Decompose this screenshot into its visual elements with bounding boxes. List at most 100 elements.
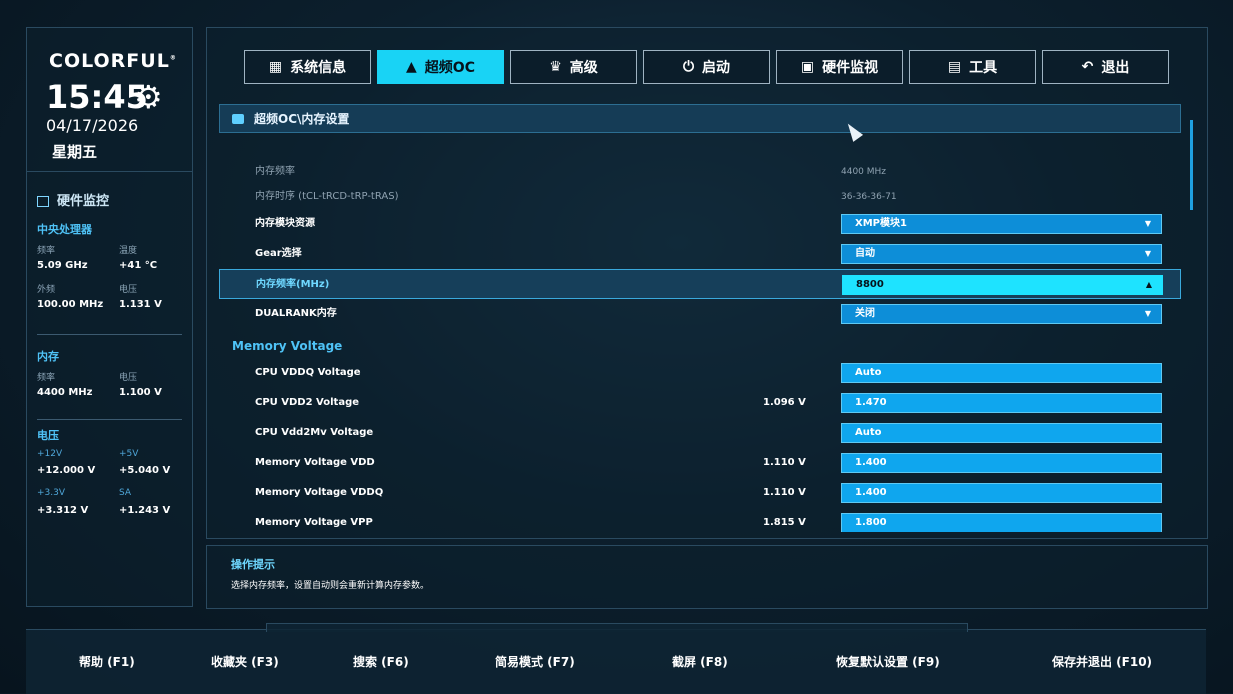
chevron-down-icon: ▼ (1144, 219, 1151, 228)
cpu-freq-label: 频率 (37, 246, 56, 256)
memory-section-title: 内存 (37, 350, 59, 363)
setting-row[interactable]: CPU Vdd2Mv Voltage Auto (219, 418, 1181, 448)
clock-time: 15:45 (46, 78, 148, 116)
main-panel: ▦ 系统信息 ▲ 超频OC ♛ 高级 ⏻ 启动 ▣ 硬件监视 ▤ 工具 ↶ 退出 超频OC\内… (206, 27, 1208, 539)
settings-icon (232, 113, 244, 124)
sidebar: COLORFUL® 15:45 ⚙ 04/17/2026 星期五 硬件监控 中央… (26, 27, 193, 607)
tab-exit[interactable]: ↶ 退出 (1042, 50, 1169, 84)
chevron-down-icon: ▼ (1144, 309, 1151, 318)
footer-bar: 帮助 (F1) 收藏夹 (F3) 搜索 (F6) 简易模式 (F7) 截屏 (F… (26, 623, 1206, 694)
tab-tools[interactable]: ▤ 工具 (909, 50, 1036, 84)
tab-overclock[interactable]: ▲ 超频OC (377, 50, 504, 84)
clock-box: COLORFUL® 15:45 ⚙ 04/17/2026 星期五 (27, 28, 192, 172)
cpu-freq-value: 5.09 GHz (37, 260, 88, 271)
hint-text: 选择内存频率，设置自动则会重新计算内存参数。 (231, 581, 430, 591)
v33-value: +3.312 V (37, 505, 89, 516)
measured-voltage: 1.096 V (763, 397, 806, 408)
save-and-exit-button[interactable]: 保存并退出 (F10) (1052, 630, 1152, 694)
scrollbar[interactable] (1190, 120, 1193, 210)
setting-row[interactable]: Memory Voltage VDD 1.110 V 1.400 (219, 448, 1181, 478)
toolbox-icon: ▤ (947, 59, 962, 75)
setting-row-selected[interactable]: 内存频率(MHz) 8800 ▲ (219, 269, 1181, 299)
setting-row[interactable]: CPU VDDQ Voltage Auto (219, 358, 1181, 388)
gear-dropdown[interactable]: 自动 ▼ (841, 244, 1162, 264)
v12-label: +12V (37, 449, 63, 459)
sa-value: +1.243 V (119, 505, 171, 516)
crown-icon: ♛ (549, 59, 562, 75)
setting-row[interactable]: 内存模块资源 XMP模块1 ▼ (219, 209, 1181, 239)
measured-voltage: 1.110 V (763, 457, 806, 468)
monitor-icon: ▣ (800, 59, 815, 75)
v12-value: +12.000 V (37, 465, 96, 476)
row-label: Memory Voltage VPP (255, 517, 373, 528)
mem-volt-value: 1.100 V (119, 387, 162, 398)
v5-label: +5V (119, 449, 139, 459)
tab-system-info[interactable]: ▦ 系统信息 (244, 50, 371, 84)
memory-vpp-input[interactable]: 1.800 (841, 513, 1162, 532)
memory-frequency-dropdown[interactable]: 8800 ▲ (842, 275, 1163, 295)
tab-boot[interactable]: ⏻ 启动 (643, 50, 770, 84)
tab-advanced[interactable]: ♛ 高级 (510, 50, 637, 84)
favorites-button[interactable]: 收藏夹 (F3) (211, 630, 279, 694)
screenshot-button[interactable]: 截屏 (F8) (672, 630, 728, 694)
memory-voltage-group-title: Memory Voltage (232, 339, 343, 353)
hint-title: 操作提示 (231, 558, 275, 571)
cpu-volt-value: 1.131 V (119, 299, 162, 310)
hw-monitor-title: 硬件监控 (37, 190, 109, 209)
restore-defaults-button[interactable]: 恢复默认设置 (F9) (836, 630, 940, 694)
row-label: CPU VDD2 Voltage (255, 397, 360, 408)
grid-icon: ▦ (268, 59, 283, 75)
voltage-section-title: 电压 (37, 429, 59, 442)
setting-row[interactable]: Gear选择 自动 ▼ (219, 239, 1181, 269)
v33-label: +3.3V (37, 488, 66, 498)
measured-voltage: 1.110 V (763, 487, 806, 498)
row-label: CPU VDDQ Voltage (255, 367, 361, 378)
power-icon: ⏻ (682, 59, 695, 75)
easy-mode-button[interactable]: 简易模式 (F7) (495, 630, 575, 694)
help-button[interactable]: 帮助 (F1) (79, 630, 135, 694)
row-label: Gear选择 (255, 248, 302, 259)
brand-logo: COLORFUL® (49, 50, 177, 72)
rocket-icon: ▲ (406, 59, 417, 75)
cpu-vdd2mv-input[interactable]: Auto (841, 423, 1162, 443)
sa-label: SA (119, 488, 132, 498)
settings-gear-icon[interactable]: ⚙ (134, 78, 163, 116)
row-label: Memory Voltage VDDQ (255, 487, 384, 498)
setting-row: 内存时序 (tCL-tRCD-tRP-tRAS) 36-36-36-71 (219, 182, 1181, 212)
setting-row[interactable]: Memory Voltage VDDQ 1.110 V 1.400 (219, 478, 1181, 508)
clock-weekday: 星期五 (52, 143, 98, 161)
module-source-dropdown[interactable]: XMP模块1 ▼ (841, 214, 1162, 234)
row-label: 内存频率(MHz) (256, 279, 330, 290)
memory-vdd-input[interactable]: 1.400 (841, 453, 1162, 473)
chevron-up-icon: ▲ (1145, 280, 1152, 289)
cpu-temp-label: 温度 (119, 246, 138, 256)
cpu-section-title: 中央处理器 (37, 223, 92, 236)
row-label: 内存时序 (tCL-tRCD-tRP-tRAS) (255, 191, 399, 202)
mem-volt-label: 电压 (119, 373, 138, 383)
row-label: DUALRANK内存 (255, 308, 337, 319)
divider (37, 334, 182, 335)
cpu-volt-label: 电压 (119, 285, 138, 295)
hint-panel: 操作提示 选择内存频率，设置自动则会重新计算内存参数。 (206, 545, 1208, 609)
search-button[interactable]: 搜索 (F6) (353, 630, 409, 694)
setting-row[interactable]: Memory Voltage VPP 1.815 V 1.800 (219, 508, 1181, 532)
setting-row[interactable]: DUALRANK内存 关闭 ▼ (219, 299, 1181, 329)
cpu-vddq-input[interactable]: Auto (841, 363, 1162, 383)
divider (37, 419, 182, 420)
monitor-icon (37, 196, 49, 207)
cpu-bclk-label: 外频 (37, 285, 56, 295)
memory-vddq-input[interactable]: 1.400 (841, 483, 1162, 503)
v5-value: +5.040 V (119, 465, 171, 476)
mem-freq-value: 4400 MHz (37, 387, 93, 398)
row-label: Memory Voltage VDD (255, 457, 375, 468)
dualrank-dropdown[interactable]: 关闭 ▼ (841, 304, 1162, 324)
mem-freq-label: 频率 (37, 373, 56, 383)
cpu-temp-value: +41 °C (119, 260, 158, 271)
cpu-vdd2-input[interactable]: 1.470 (841, 393, 1162, 413)
tab-hardware-monitor[interactable]: ▣ 硬件监视 (776, 50, 903, 84)
row-value: 36-36-36-71 (841, 192, 897, 202)
clock-date: 04/17/2026 (46, 116, 139, 135)
setting-row[interactable]: CPU VDD2 Voltage 1.096 V 1.470 (219, 388, 1181, 418)
row-label: CPU Vdd2Mv Voltage (255, 427, 374, 438)
measured-voltage: 1.815 V (763, 517, 806, 528)
